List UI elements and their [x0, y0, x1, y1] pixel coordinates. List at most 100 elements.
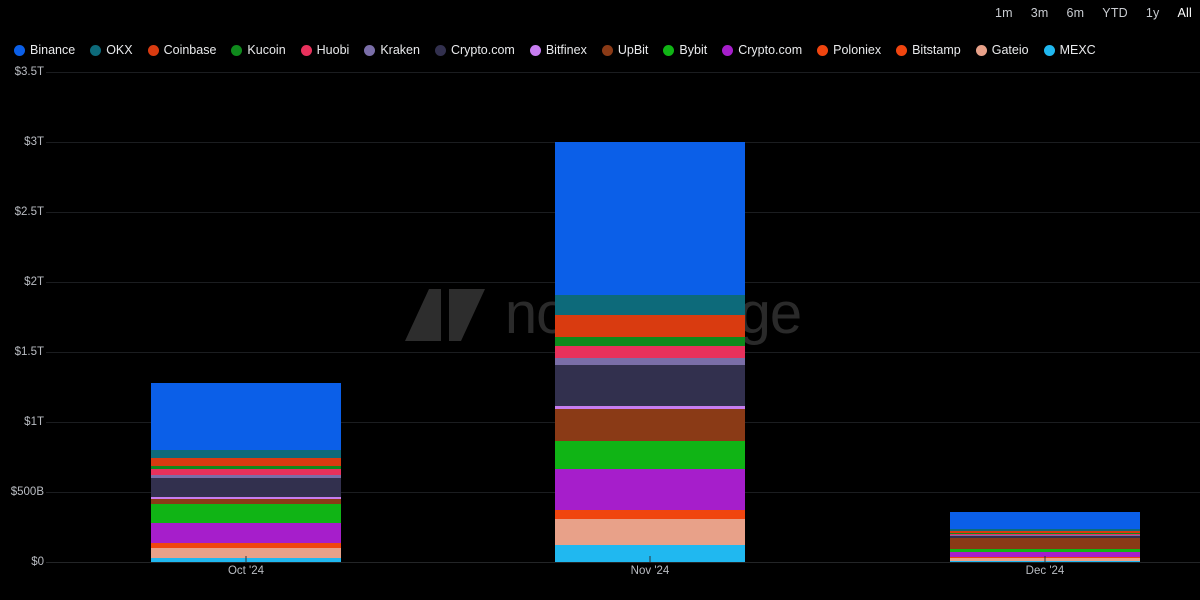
legend-item-label: Crypto.com [451, 42, 515, 58]
legend-swatch-icon [976, 45, 987, 56]
stacked-bar-oct-24[interactable] [151, 383, 341, 562]
bar-segment-upbit[interactable] [151, 499, 341, 504]
bar-segment-okx[interactable] [555, 295, 745, 315]
y-axis-tick-label: $1.5T [15, 346, 44, 358]
bar-segment-upbit[interactable] [950, 538, 1140, 549]
legend-swatch-icon [364, 45, 375, 56]
range-option-6m[interactable]: 6m [1067, 4, 1085, 22]
y-axis-tick-label: $500B [11, 486, 44, 498]
legend-item-binance[interactable]: Binance [14, 42, 75, 58]
bar-segment-bitstamp[interactable] [555, 516, 745, 519]
legend-item-upbit[interactable]: UpBit [602, 42, 649, 58]
bar-group[interactable] [0, 64, 1200, 564]
bar-segment-poloniex[interactable] [151, 543, 341, 547]
bar-segment-kucoin[interactable] [151, 466, 341, 469]
legend-item-bitfinex[interactable]: Bitfinex [530, 42, 587, 58]
bar-segment-gateio[interactable] [555, 519, 745, 544]
bar-segment-crypto-com[interactable] [950, 536, 1140, 538]
x-axis-tick-mark [1045, 556, 1046, 562]
legend-item-kraken[interactable]: Kraken [364, 42, 420, 58]
bar-segment-bybit[interactable] [555, 441, 745, 469]
bar-segment-binance[interactable] [555, 142, 745, 295]
plot-area: nodecharge [0, 64, 1200, 564]
legend-swatch-icon [722, 45, 733, 56]
legend-swatch-icon [435, 45, 446, 56]
bar-segment-bybit[interactable] [151, 504, 341, 523]
bar-segment-crypto-com[interactable] [151, 523, 341, 543]
bar-segment-coinbase[interactable] [555, 315, 745, 337]
range-option-3m[interactable]: 3m [1031, 4, 1049, 22]
bar-segment-kucoin[interactable] [555, 337, 745, 345]
legend-item-label: UpBit [618, 42, 649, 58]
legend-item-huobi[interactable]: Huobi [301, 42, 350, 58]
bar-segment-huobi[interactable] [950, 534, 1140, 535]
bar-segment-crypto-com[interactable] [555, 365, 745, 406]
bar-segment-okx[interactable] [151, 450, 341, 458]
stacked-bar-nov-24[interactable] [555, 142, 745, 562]
legend-item-kucoin[interactable]: Kucoin [231, 42, 285, 58]
range-option-all[interactable]: All [1178, 4, 1193, 22]
legend-item-crypto-com[interactable]: Crypto.com [435, 42, 515, 58]
bar-segment-bitstamp[interactable] [151, 547, 341, 548]
bar-segment-huobi[interactable] [555, 346, 745, 358]
bar-segment-huobi[interactable] [151, 469, 341, 475]
legend-swatch-icon [530, 45, 541, 56]
legend-swatch-icon [231, 45, 242, 56]
legend-item-label: Poloniex [833, 42, 881, 58]
range-option-ytd[interactable]: YTD [1102, 4, 1128, 22]
legend-item-coinbase[interactable]: Coinbase [148, 42, 217, 58]
x-axis-tick-mark [650, 556, 651, 562]
bar-segment-binance[interactable] [151, 383, 341, 450]
bar-segment-bitfinex[interactable] [151, 497, 341, 499]
bar-segment-crypto-com[interactable] [151, 478, 341, 497]
bar-segment-kraken[interactable] [151, 475, 341, 478]
legend-item-label: Coinbase [164, 42, 217, 58]
legend-swatch-icon [663, 45, 674, 56]
y-axis-tick-label: $3T [24, 136, 44, 148]
bar-segment-coinbase[interactable] [950, 531, 1140, 533]
legend-item-mexc[interactable]: MEXC [1044, 42, 1096, 58]
legend-item-label: Bybit [679, 42, 707, 58]
y-axis-tick-label: $1T [24, 416, 44, 428]
bar-segment-kucoin[interactable] [950, 533, 1140, 534]
legend-item-okx[interactable]: OKX [90, 42, 132, 58]
legend-item-label: Kraken [380, 42, 420, 58]
bar-segment-okx[interactable] [950, 529, 1140, 531]
legend-item-crypto-com[interactable]: Crypto.com [722, 42, 802, 58]
bar-segment-binance[interactable] [950, 512, 1140, 529]
bar-segment-kraken[interactable] [950, 535, 1140, 536]
legend-item-label: Gateio [992, 42, 1029, 58]
legend-swatch-icon [301, 45, 312, 56]
bar-segment-kraken[interactable] [555, 358, 745, 365]
legend-swatch-icon [90, 45, 101, 56]
bar-segment-crypto-com[interactable] [555, 469, 745, 510]
y-axis-tick-label: $2.5T [15, 206, 44, 218]
range-option-1m[interactable]: 1m [995, 4, 1013, 22]
bar-segment-poloniex[interactable] [555, 510, 745, 516]
y-axis-labels: $0$500B$1T$1.5T$2T$2.5T$3T$3.5T [0, 64, 44, 564]
legend-item-gateio[interactable]: Gateio [976, 42, 1029, 58]
range-option-1y[interactable]: 1y [1146, 4, 1160, 22]
legend-item-label: OKX [106, 42, 132, 58]
legend-swatch-icon [817, 45, 828, 56]
range-selector[interactable]: 1m 3m 6m YTD 1y All [995, 4, 1192, 22]
chart-page: 1m 3m 6m YTD 1y All Binance OKX Coinbase Kucoin H… [0, 0, 1200, 600]
legend-item-label: Bitfinex [546, 42, 587, 58]
bar-segment-upbit[interactable] [555, 409, 745, 442]
x-axis-labels: Oct '24Nov '24Dec '24 [0, 564, 1200, 594]
legend-item-label: Bitstamp [912, 42, 961, 58]
legend-item-poloniex[interactable]: Poloniex [817, 42, 881, 58]
bar-segment-bybit[interactable] [950, 549, 1140, 551]
legend-swatch-icon [14, 45, 25, 56]
legend-swatch-icon [148, 45, 159, 56]
bar-segment-bitfinex[interactable] [555, 406, 745, 409]
bar-segment-coinbase[interactable] [151, 458, 341, 466]
legend-swatch-icon [602, 45, 613, 56]
x-axis-tick-label: Oct '24 [228, 564, 264, 578]
stacked-bar-dec-24[interactable] [950, 512, 1140, 562]
legend-item-bybit[interactable]: Bybit [663, 42, 707, 58]
legend-item-bitstamp[interactable]: Bitstamp [896, 42, 961, 58]
x-axis-tick-label: Dec '24 [1026, 564, 1065, 578]
chart-legend[interactable]: Binance OKX Coinbase Kucoin Huobi Kraken Crypt… [14, 42, 1111, 58]
y-axis-tick-label: $2T [24, 276, 44, 288]
